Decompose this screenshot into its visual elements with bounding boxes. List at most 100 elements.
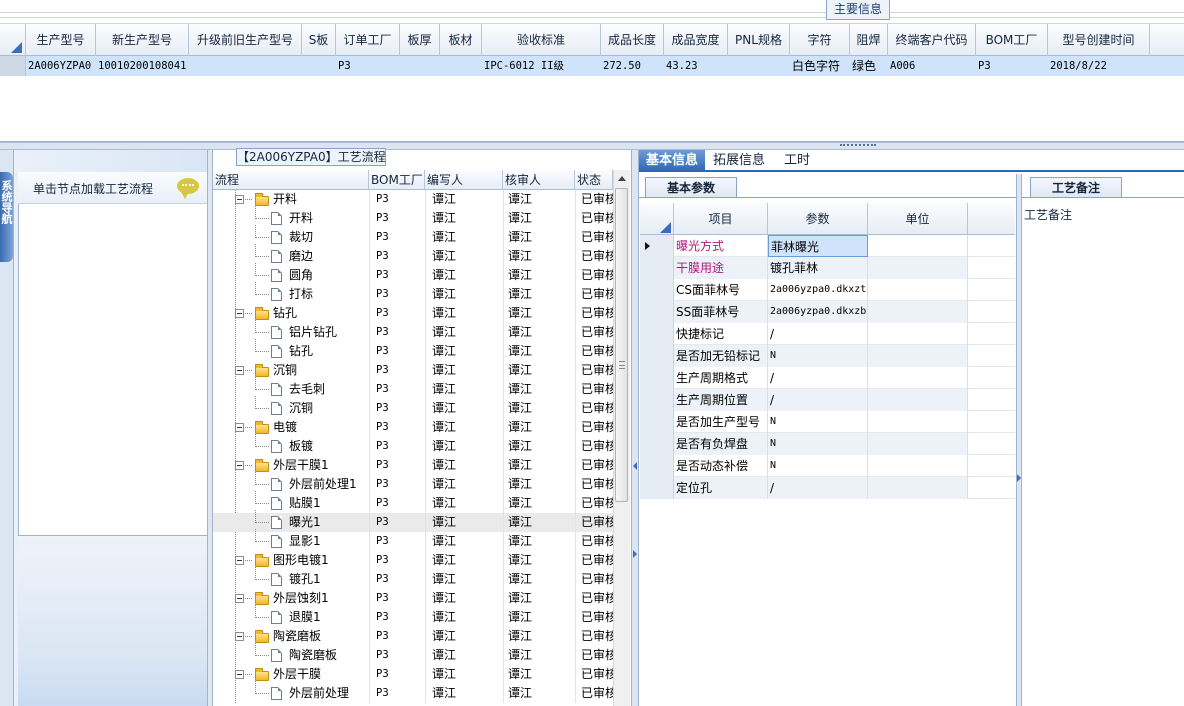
collapse-toggle-icon[interactable]	[235, 670, 244, 679]
grid-cell[interactable]	[400, 56, 440, 76]
param-row[interactable]: SS面菲林号 2a006yzpa0.dkxzb	[640, 301, 1015, 323]
grid-cell[interactable]: 绿色	[850, 56, 888, 76]
params-corner[interactable]	[640, 203, 674, 235]
right-tab[interactable]: 基本信息	[639, 150, 705, 171]
param-value[interactable]: N	[768, 433, 868, 455]
param-unit[interactable]	[868, 477, 968, 499]
param-value[interactable]: /	[768, 367, 868, 389]
grid-col-header[interactable]: 板厚	[400, 24, 440, 56]
process-notes-tab[interactable]: 工艺备注	[1030, 177, 1122, 198]
flow-col-header[interactable]: 编写人	[425, 170, 503, 190]
horizontal-splitter[interactable]	[0, 142, 1184, 150]
collapse-toggle-icon[interactable]	[235, 594, 244, 603]
param-row-indicator[interactable]	[640, 323, 674, 345]
tree-row[interactable]: 裁切 P3 谭江 谭江 已审核	[213, 225, 613, 247]
product-grid-row[interactable]: 2A006YZPA0 10010200108041 P3 IPC-6012 II级 27…	[0, 56, 1184, 76]
param-row-indicator[interactable]	[640, 279, 674, 301]
grid-col-header[interactable]: 新生产型号	[96, 24, 189, 56]
grid-cell[interactable]: P3	[976, 56, 1048, 76]
param-row-indicator[interactable]	[640, 411, 674, 433]
grid-cell[interactable]: P3	[336, 56, 400, 76]
flow-col-header[interactable]: BOM工厂	[369, 170, 425, 190]
tree-row[interactable]: 铝片钻孔 P3 谭江 谭江 已审核	[213, 320, 613, 342]
param-row[interactable]: 快捷标记 /	[640, 323, 1015, 345]
flow-col-header[interactable]: 核审人	[503, 170, 575, 190]
grid-cell[interactable]	[189, 56, 302, 76]
param-value[interactable]: /	[768, 323, 868, 345]
param-value[interactable]: N	[768, 411, 868, 433]
grid-col-header[interactable]: 升级前旧生产型号	[189, 24, 302, 56]
collapse-left-icon[interactable]	[633, 462, 637, 470]
grid-col-header[interactable]: 字符	[790, 24, 850, 56]
tree-row[interactable]: 钻孔 P3 谭江 谭江 已审核	[213, 339, 613, 361]
param-row-indicator[interactable]	[640, 477, 674, 499]
param-value[interactable]: /	[768, 389, 868, 411]
tree-row[interactable]: 外层前处理1 P3 谭江 谭江 已审核	[213, 472, 613, 494]
collapse-toggle-icon[interactable]	[235, 632, 244, 641]
grid-corner[interactable]	[0, 24, 26, 56]
grid-col-header[interactable]: 阻焊	[850, 24, 888, 56]
tree-row[interactable]: 磨边 P3 谭江 谭江 已审核	[213, 244, 613, 266]
param-row[interactable]: 曝光方式 菲林曝光	[640, 235, 1015, 257]
grid-col-header[interactable]: 验收标准	[482, 24, 601, 56]
param-unit[interactable]	[868, 279, 968, 301]
tree-row[interactable]: 开料 P3 谭江 谭江 已审核	[213, 190, 613, 209]
collapse-right-icon[interactable]	[633, 550, 637, 558]
param-value[interactable]: 镀孔菲林	[768, 257, 868, 279]
collapse-toggle-icon[interactable]	[235, 366, 244, 375]
grid-col-header[interactable]: PNL规格	[728, 24, 790, 56]
tree-row[interactable]: 镀孔1 P3 谭江 谭江 已审核	[213, 567, 613, 589]
flow-col-header[interactable]: 流程	[213, 170, 369, 190]
right-tab[interactable]: 拓展信息	[707, 150, 771, 171]
collapse-toggle-icon[interactable]	[235, 461, 244, 470]
tree-row[interactable]: 贴膜1 P3 谭江 谭江 已审核	[213, 491, 613, 513]
grid-col-header[interactable]: 终端客户代码	[888, 24, 976, 56]
tree-row[interactable]: 陶瓷磨板 P3 谭江 谭江 已审核	[213, 627, 613, 646]
tree-row[interactable]: 钻孔 P3 谭江 谭江 已审核	[213, 304, 613, 323]
param-row-indicator[interactable]	[640, 257, 674, 279]
param-value[interactable]: /	[768, 477, 868, 499]
row-indicator[interactable]	[0, 56, 26, 76]
param-value[interactable]: 菲林曝光	[768, 235, 868, 257]
param-unit[interactable]	[868, 345, 968, 367]
collapse-toggle-icon[interactable]	[235, 195, 244, 204]
grid-col-header[interactable]: 成品宽度	[664, 24, 728, 56]
params-col-unit[interactable]: 单位	[868, 203, 968, 235]
param-row-indicator[interactable]	[640, 433, 674, 455]
param-row-indicator[interactable]	[640, 455, 674, 477]
tree-row[interactable]: 沉铜 P3 谭江 谭江 已审核	[213, 396, 613, 418]
grid-col-header[interactable]: 订单工厂	[336, 24, 400, 56]
tree-row[interactable]: 图形电镀1 P3 谭江 谭江 已审核	[213, 551, 613, 570]
param-unit[interactable]	[868, 235, 968, 257]
param-unit[interactable]	[868, 301, 968, 323]
tree-row[interactable]: 显影1 P3 谭江 谭江 已审核	[213, 529, 613, 551]
param-value[interactable]: 2a006yzpa0.dkxzt	[768, 279, 868, 301]
tree-row[interactable]: 开料 P3 谭江 谭江 已审核	[213, 206, 613, 228]
param-unit[interactable]	[868, 455, 968, 477]
params-col-value[interactable]: 参数	[768, 203, 868, 235]
grid-col-header[interactable]: 型号创建时间	[1048, 24, 1150, 56]
param-value[interactable]: N	[768, 455, 868, 477]
collapse-toggle-icon[interactable]	[235, 309, 244, 318]
param-row[interactable]: 生产周期格式 /	[640, 367, 1015, 389]
collapse-notes-icon[interactable]	[1017, 474, 1021, 482]
tree-row[interactable]: 外层干膜1 P3 谭江 谭江 已审核	[213, 456, 613, 475]
param-row-indicator[interactable]	[640, 235, 674, 257]
grid-col-header[interactable]: 成品长度	[601, 24, 664, 56]
grid-cell[interactable]: 白色字符	[790, 56, 850, 76]
param-unit[interactable]	[868, 411, 968, 433]
grid-cell[interactable]: 10010200108041	[96, 56, 189, 76]
param-unit[interactable]	[868, 389, 968, 411]
tree-row[interactable]: 电镀 P3 谭江 谭江 已审核	[213, 418, 613, 437]
grid-cell[interactable]	[302, 56, 336, 76]
param-row-indicator[interactable]	[640, 367, 674, 389]
grid-cell[interactable]: IPC-6012 II级	[482, 56, 601, 76]
tree-row[interactable]: 退膜1 P3 谭江 谭江 已审核	[213, 605, 613, 627]
basic-params-tab[interactable]: 基本参数	[645, 177, 737, 198]
collapse-toggle-icon[interactable]	[235, 423, 244, 432]
param-row-indicator[interactable]	[640, 301, 674, 323]
grid-cell[interactable]: 43.23	[664, 56, 728, 76]
param-row[interactable]: 是否有负焊盘 N	[640, 433, 1015, 455]
grid-cell[interactable]: 2A006YZPA0	[26, 56, 96, 76]
chat-bubble-icon[interactable]	[177, 178, 199, 199]
